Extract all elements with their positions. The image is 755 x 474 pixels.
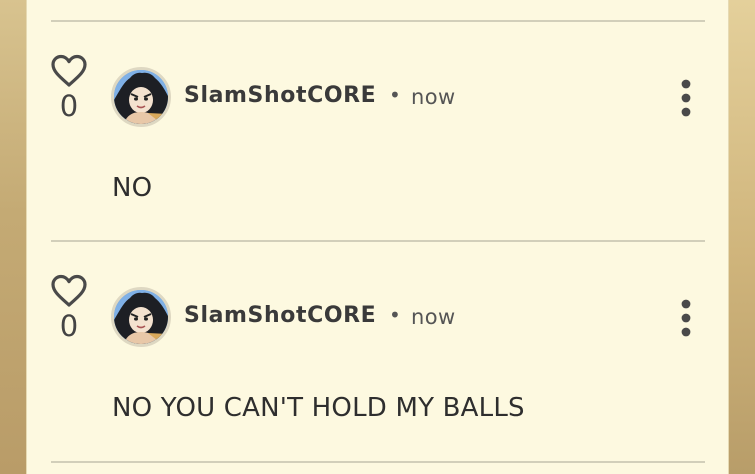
comment-item: 0 SlamShotCORE • now [27,220,730,438]
heart-icon[interactable] [50,274,88,308]
separator-dot: • [389,303,401,327]
avatar[interactable] [111,287,171,347]
background-right [729,0,755,474]
avatar-image [114,70,168,124]
more-options-button[interactable] [673,78,699,118]
vote-count: 0 [59,309,79,343]
heart-icon[interactable] [50,54,88,88]
separator-dot: • [389,83,401,107]
comments-panel: 0 SlamShotCORE • now NO 0 SlamShotCORE •… [26,0,729,474]
author-name[interactable]: SlamShotCORE [184,303,376,328]
avatar-image [114,290,168,344]
timestamp: now [411,305,456,329]
divider [51,461,705,463]
more-vertical-icon [681,299,691,337]
comment-item: 0 SlamShotCORE • now [27,0,730,218]
avatar[interactable] [111,67,171,127]
timestamp: now [411,85,456,109]
vote-control: 0 [49,274,89,341]
vote-control: 0 [49,54,89,121]
comment-text: NO [112,173,153,203]
background-left [0,0,26,474]
author-name[interactable]: SlamShotCORE [184,83,376,108]
more-options-button[interactable] [673,298,699,338]
more-vertical-icon [681,79,691,117]
vote-count: 0 [59,89,79,123]
comment-text: NO YOU CAN'T HOLD MY BALLS [112,393,525,423]
